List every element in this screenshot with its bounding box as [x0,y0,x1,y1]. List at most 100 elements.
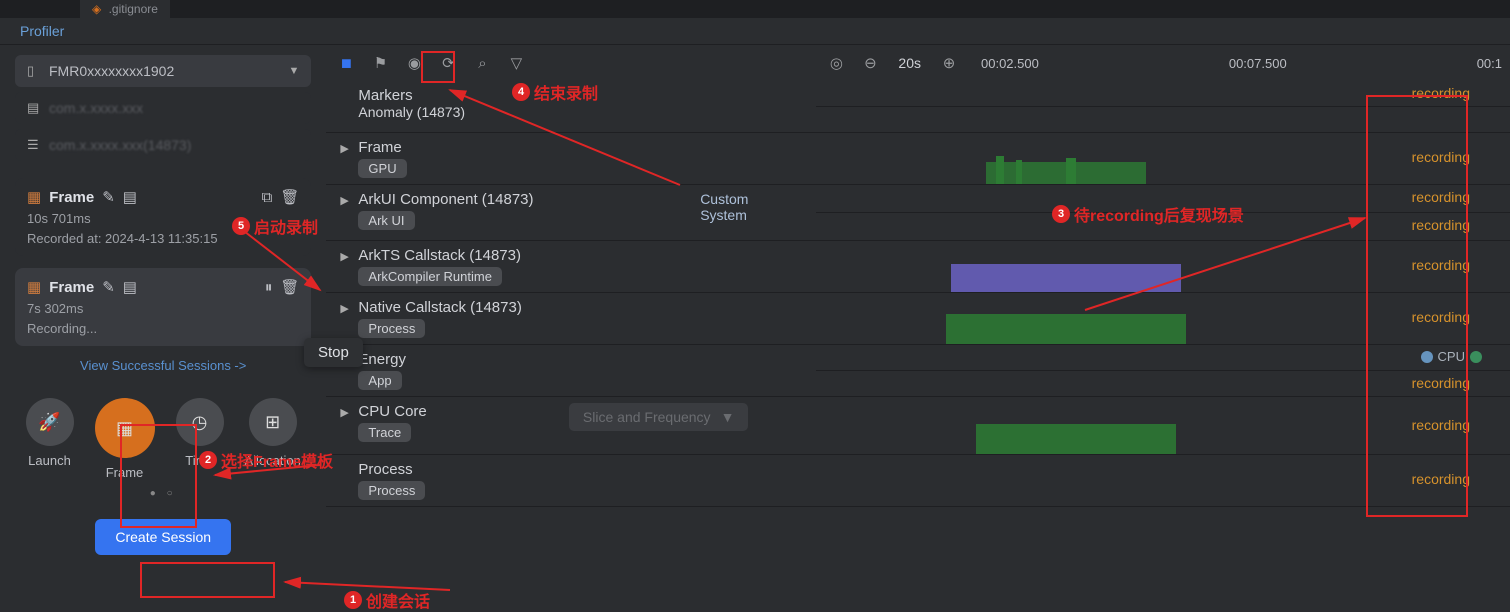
track-tag: ArkCompiler Runtime [358,267,502,286]
editor-tab[interactable]: ◈ .gitignore [80,0,170,18]
page-dots[interactable]: ● ○ [15,488,311,499]
edit-icon[interactable]: ✎ [102,278,115,296]
ruler-tick: 00:1 [1477,56,1502,71]
track-title: ArkUI Component (14873) [358,191,533,208]
waveform-native [816,310,1510,344]
flag-icon[interactable]: ⚑ [368,51,392,75]
track-markers[interactable]: Markers Anomaly (14873) [326,81,816,133]
chevron-down-icon: ▼ [721,409,735,425]
recording-label: recording [1412,149,1470,165]
track-title: CPU Core [358,403,426,420]
copy-icon[interactable]: ⧉ [262,189,273,206]
track-cpucore[interactable]: ▶ CPU Core Trace Slice and Frequency▼ [326,397,816,455]
right-panel: ■ ⚑ ◉ ⟳ ⌕ ▽ ◎ ⊖ 20s ⊕ 00:02.500 00:07.50… [326,45,1510,611]
expand-icon[interactable]: ▶ [340,302,350,315]
process-icon: ☰ [27,137,49,153]
search-icon[interactable]: ⌕ [470,51,494,75]
app-icon: ▤ [27,100,49,116]
track-arkts[interactable]: ▶ ArkTS Callstack (14873) ArkCompiler Ru… [326,241,816,293]
template-allocation[interactable]: ⊞ Allocation [245,398,301,480]
notes-icon[interactable]: ▤ [123,278,137,296]
zoom-out-icon[interactable]: ⊖ [858,51,882,75]
aux-label: System [700,207,748,223]
edit-icon[interactable]: ✎ [102,188,115,206]
stop-record-button[interactable]: ■ [334,51,358,75]
expand-icon[interactable]: ▶ [340,406,350,419]
track-process[interactable]: Process Process [326,455,816,507]
recording-label: recording [1412,85,1470,101]
cpu-legend: CPU [1421,349,1482,364]
app-name-2: com.x.xxxx.xxx(14873) [49,137,299,153]
app-selector-2[interactable]: ☰ com.x.xxxx.xxx(14873) [15,129,311,161]
device-icon: ▯ [27,63,49,79]
zoom-in-icon[interactable]: ⊕ [937,51,961,75]
expand-icon[interactable]: ▶ [340,142,350,155]
filter-icon[interactable]: ▽ [504,51,528,75]
track-frame[interactable]: ▶ Frame GPU [326,133,816,185]
recording-label: recording [1412,417,1470,433]
editor-tab-name: .gitignore [109,2,158,16]
track-tag: GPU [358,159,406,178]
timeline-lanes[interactable]: recording recording recording recording … [816,81,1510,611]
pause-icon[interactable]: ⏸ [265,279,273,296]
waveform-gpu [816,154,1510,184]
track-energy[interactable]: Energy App [326,345,816,397]
session-card-1[interactable]: ▦ Frame ✎ ▤ ⧉ 🗑 10s 701ms Recorded at: 2… [15,178,311,256]
session-name: Frame [49,279,94,296]
track-title: Frame [358,139,406,156]
create-session-button[interactable]: Create Session [95,519,231,555]
template-time[interactable]: ◷ Time [176,398,224,480]
stop-tooltip: Stop [304,338,363,367]
track-title: Energy [358,351,406,368]
recording-label: recording [1412,309,1470,325]
delete-icon[interactable]: 🗑 [280,188,299,206]
ruler-tick: 00:02.500 [981,56,1039,71]
track-subtitle: Anomaly (14873) [358,104,465,120]
recording-label: recording [1412,217,1470,233]
delete-icon[interactable]: 🗑 [280,278,299,296]
session-card-2[interactable]: ▦ Frame ✎ ▤ ⏸ 🗑 7s 302ms Recording... [15,268,311,346]
frame-icon: ▦ [27,188,41,206]
session-recorded-at: Recorded at: 2024-4-13 11:35:15 [27,231,299,246]
slice-frequency-select[interactable]: Slice and Frequency▼ [569,403,749,431]
recording-label: recording [1412,257,1470,273]
waveform-arkts [816,258,1510,292]
track-title: Markers [358,87,465,104]
session-duration: 7s 302ms [27,301,299,316]
template-frame[interactable]: ▦ Frame [95,398,155,480]
track-tag: Trace [358,423,411,442]
target-icon[interactable]: ◎ [824,51,848,75]
template-selector: 🚀 Launch ▦ Frame ◷ Time ⊞ Allocation [15,398,311,480]
session-duration: 10s 701ms [27,211,299,226]
template-label: Allocation [245,453,301,468]
timeline-toolbar: ■ ⚑ ◉ ⟳ ⌕ ▽ [326,45,816,81]
frame-icon: ▦ [95,398,155,458]
app-selector-1[interactable]: ▤ com.x.xxxx.xxx [15,92,311,124]
template-label: Launch [28,453,71,468]
aux-label: Custom [700,191,748,207]
track-tag: Process [358,319,425,338]
notes-icon[interactable]: ▤ [123,188,137,206]
globe-icon[interactable]: ◉ [402,51,426,75]
ruler-tick: 00:07.500 [1229,56,1287,71]
time-icon: ◷ [176,398,224,446]
session-status: Recording... [27,321,299,336]
refresh-icon[interactable]: ⟳ [436,51,460,75]
track-title: Process [358,461,425,478]
track-native[interactable]: ▶ Native Callstack (14873) Process [326,293,816,345]
expand-icon[interactable]: ▶ [340,250,350,263]
view-successful-sessions-link[interactable]: View Successful Sessions -> [15,358,311,373]
chevron-down-icon: ▼ [289,65,300,77]
session-name: Frame [49,189,94,206]
device-name: FMR0xxxxxxxx1902 [49,63,289,79]
expand-icon[interactable]: ▶ [340,194,350,207]
recording-label: recording [1412,375,1470,391]
track-title: Native Callstack (14873) [358,299,521,316]
template-launch[interactable]: 🚀 Launch [26,398,74,480]
profiler-tab[interactable]: Profiler [0,18,1510,45]
track-arkui[interactable]: ▶ ArkUI Component (14873) Ark UI Custom … [326,185,816,241]
device-selector[interactable]: ▯ FMR0xxxxxxxx1902 ▼ [15,55,311,87]
template-label: Frame [106,465,144,480]
app-name-1: com.x.xxxx.xxx [49,100,299,116]
template-label: Time [185,453,213,468]
